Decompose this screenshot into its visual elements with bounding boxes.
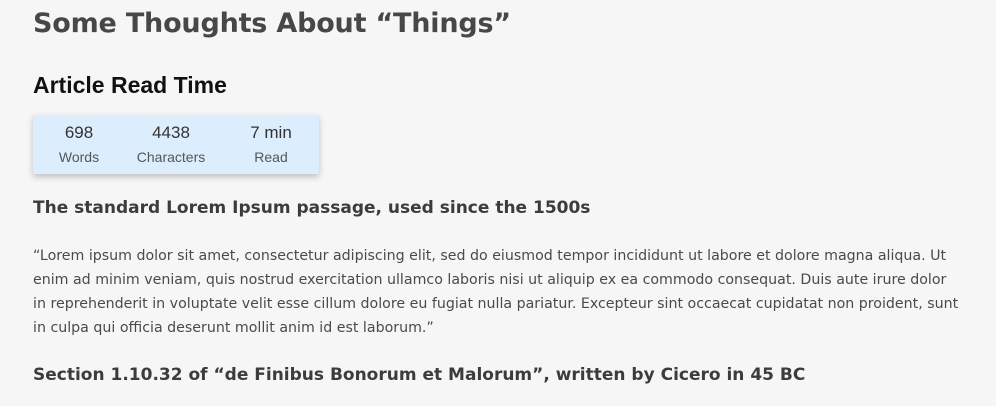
words-stat: 698 Words: [39, 115, 119, 174]
words-count: 698: [64, 123, 94, 142]
read-time-value: 7 min: [250, 123, 292, 142]
section-heading-standard: The standard Lorem Ipsum passage, used s…: [33, 198, 591, 218]
characters-count: 4438: [152, 123, 190, 142]
words-label: Words: [58, 149, 100, 165]
characters-stat: 4438 Characters: [129, 115, 213, 174]
read-time-label: Read: [254, 149, 288, 165]
lorem-ipsum-passage: “Lorem ipsum dolor sit amet, consectetur…: [33, 248, 959, 336]
read-time-card: 698 Words 4438 Characters 7 min Read: [33, 115, 319, 174]
read-time-title: Article Read Time: [33, 72, 227, 98]
read-time-stat: 7 min Read: [229, 115, 313, 174]
characters-label: Characters: [136, 149, 206, 165]
page-title: Some Thoughts About “Things”: [33, 8, 511, 39]
section-heading-cicero: Section 1.10.32 of “de Finibus Bonorum e…: [33, 365, 806, 385]
